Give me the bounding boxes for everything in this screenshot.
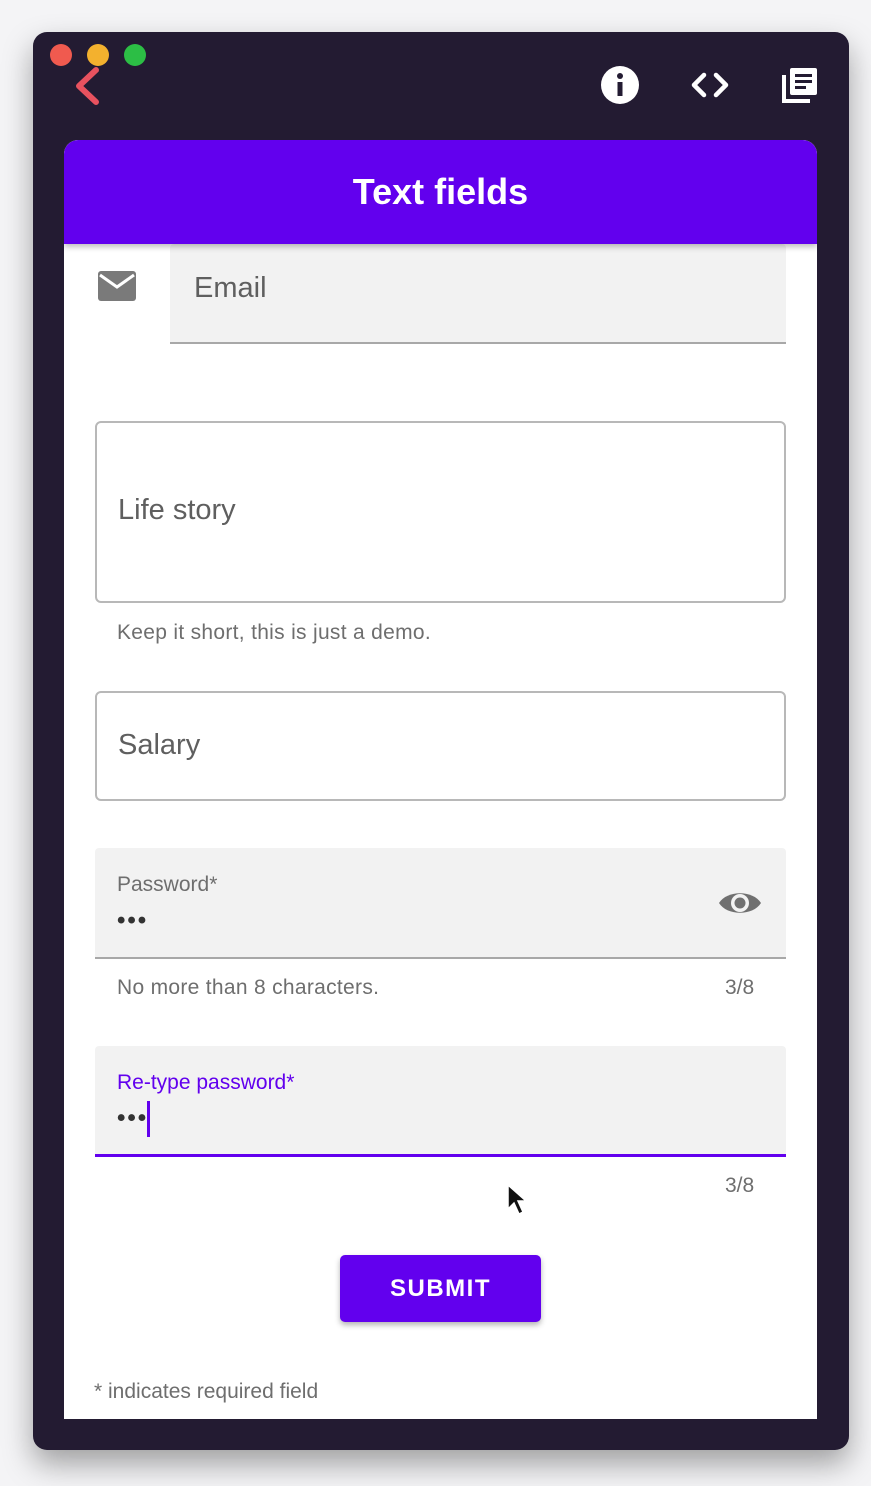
retype-password-value-wrap: ••• [117, 1101, 151, 1137]
life-story-helper-text: Keep it short, this is just a demo. [117, 621, 431, 644]
salary-label: Salary [118, 729, 201, 761]
life-story-label: Life story [118, 494, 236, 526]
window-close-button[interactable] [50, 44, 72, 66]
code-icon[interactable] [689, 64, 731, 106]
back-arrow-icon[interactable] [71, 66, 105, 106]
text-caret [147, 1101, 151, 1137]
info-icon[interactable] [599, 64, 641, 106]
submit-button[interactable]: SUBMIT [340, 1255, 541, 1322]
retype-password-value: ••• [117, 1104, 149, 1132]
mouse-pointer-icon [507, 1183, 528, 1216]
email-field[interactable]: Email [170, 244, 786, 344]
app-bar: Text fields [64, 140, 817, 244]
retype-password-counter: 3/8 [725, 1174, 755, 1197]
retype-password-field[interactable]: Re-type password* ••• [95, 1046, 786, 1157]
email-label: Email [194, 272, 267, 304]
password-value: ••• [117, 907, 149, 934]
visibility-icon[interactable] [717, 886, 763, 920]
window-maximize-button[interactable] [124, 44, 146, 66]
required-field-note: * indicates required field [94, 1380, 319, 1403]
salary-field[interactable]: Salary [95, 691, 786, 801]
window-minimize-button[interactable] [87, 44, 109, 66]
email-icon [98, 271, 136, 301]
life-story-field[interactable]: Life story [95, 421, 786, 603]
password-counter: 3/8 [725, 976, 755, 999]
password-label: Password* [117, 873, 218, 896]
app-screen: Text fields Email Life story Keep it sho… [64, 140, 817, 1419]
retype-password-label: Re-type password* [117, 1071, 295, 1094]
password-field[interactable]: Password* ••• [95, 848, 786, 959]
app-window: Text fields Email Life story Keep it sho… [33, 32, 849, 1450]
page-title: Text fields [352, 171, 529, 212]
password-helper-text: No more than 8 characters. [117, 976, 380, 999]
library-icon[interactable] [779, 64, 821, 106]
